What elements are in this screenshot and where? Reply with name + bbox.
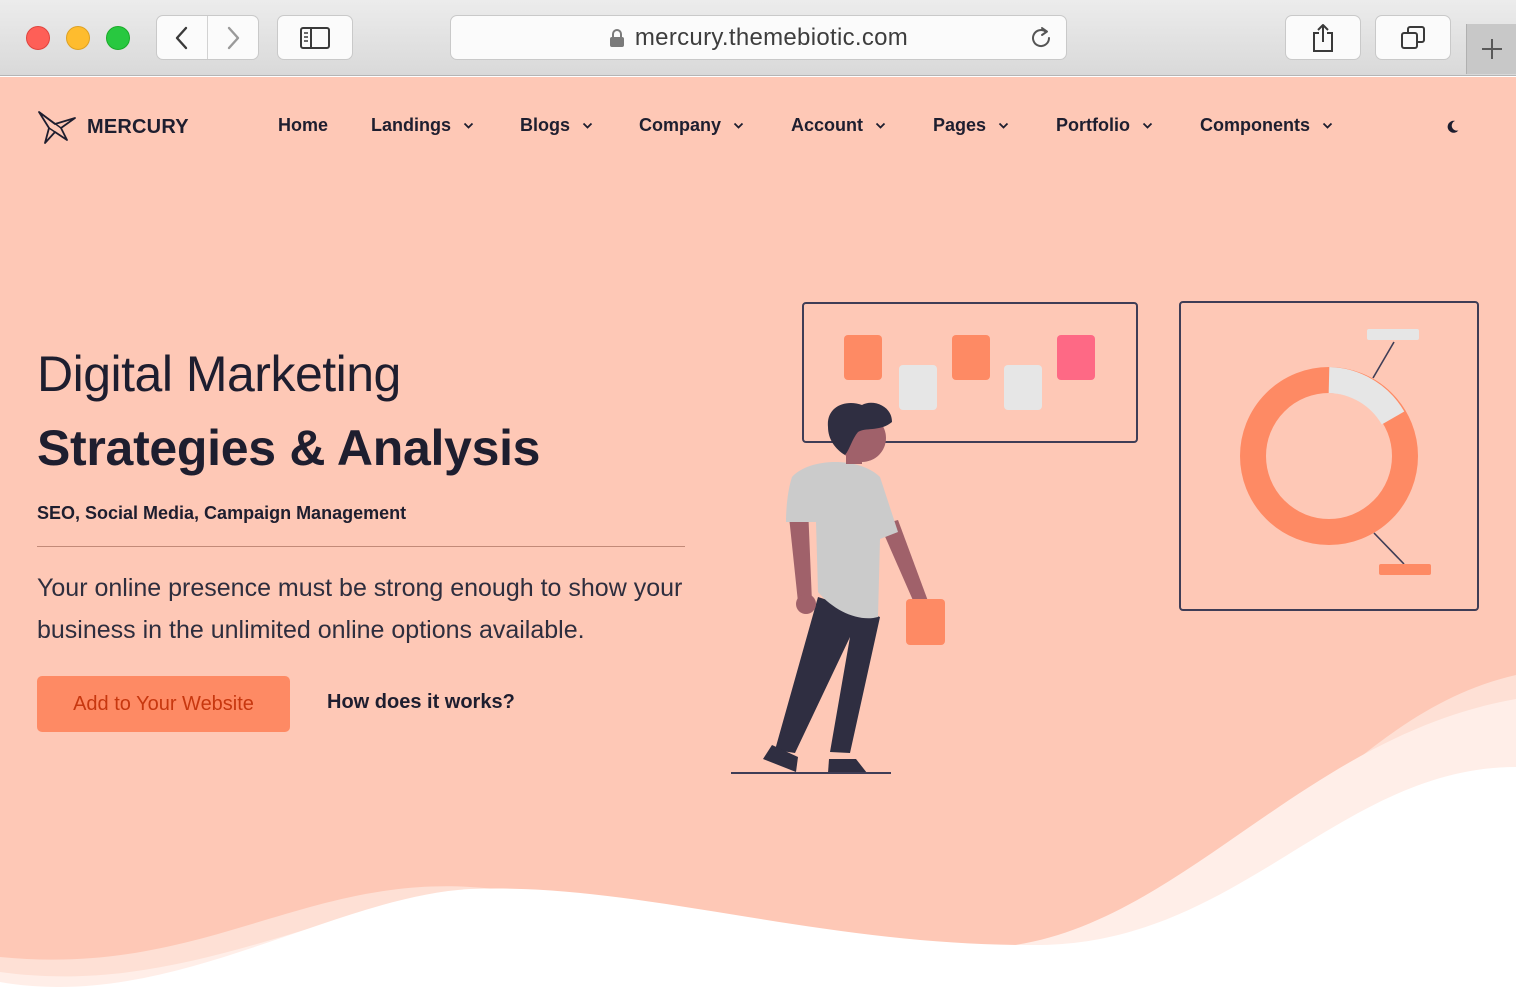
sidebar-toggle-button[interactable] xyxy=(277,15,353,60)
sticky-note xyxy=(844,335,882,380)
browser-toolbar: mercury.themebiotic.com xyxy=(0,0,1516,76)
sticky-note xyxy=(899,365,937,410)
show-tabs-button[interactable] xyxy=(1375,15,1451,60)
forward-button[interactable] xyxy=(207,16,258,59)
close-window-button[interactable] xyxy=(26,26,50,50)
person-figure xyxy=(731,402,945,774)
sticky-note xyxy=(952,335,990,380)
url-text: mercury.themebiotic.com xyxy=(634,23,909,51)
plus-icon xyxy=(1481,39,1502,59)
sticky-note xyxy=(1057,335,1095,380)
share-icon xyxy=(1313,23,1333,52)
reload-icon[interactable] xyxy=(1028,25,1054,51)
share-button[interactable] xyxy=(1285,15,1361,60)
chevron-left-icon xyxy=(175,26,188,49)
lock-icon xyxy=(609,28,624,47)
sidebar-icon xyxy=(300,26,330,49)
minimize-window-button[interactable] xyxy=(66,26,90,50)
hero-illustration xyxy=(731,301,1479,774)
new-tab-button[interactable] xyxy=(1466,24,1516,74)
sticky-note xyxy=(1004,365,1042,410)
address-bar[interactable]: mercury.themebiotic.com xyxy=(450,15,1067,60)
donut-chart-board xyxy=(1179,301,1479,611)
back-button[interactable] xyxy=(157,16,207,59)
hero-section: MERCURY Home Landings Blogs Company Acco… xyxy=(0,77,1516,1000)
tabs-icon xyxy=(1401,25,1425,49)
chevron-right-icon xyxy=(227,26,240,49)
zoom-window-button[interactable] xyxy=(106,26,130,50)
history-nav-group xyxy=(156,15,259,60)
